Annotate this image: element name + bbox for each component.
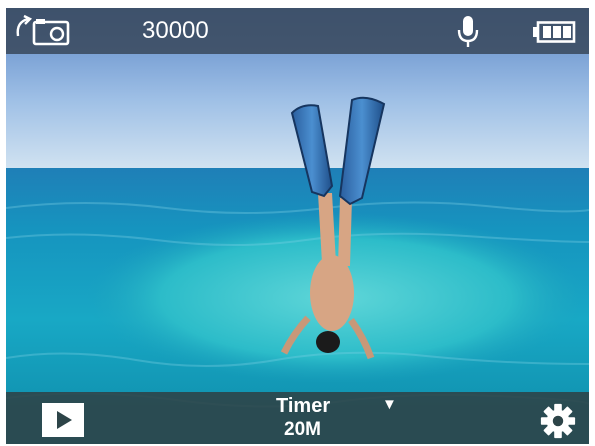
timer-photo-icon — [16, 14, 70, 46]
gear-icon — [540, 403, 576, 439]
resolution-label: 20M — [284, 419, 321, 440]
playback-button[interactable] — [41, 402, 85, 438]
shots-remaining: 30000 — [142, 17, 209, 44]
battery-icon — [533, 21, 576, 43]
chevron-down-icon: ▼ — [382, 396, 397, 413]
camera-screen: 30000 Timer ▼ 20M — [6, 8, 589, 444]
viewfinder-image — [6, 8, 589, 444]
status-bar: 30000 — [6, 8, 589, 54]
microphone-icon — [457, 16, 479, 47]
settings-button[interactable] — [539, 402, 577, 440]
capture-mode-label: Timer — [276, 395, 331, 417]
control-bar: Timer ▼ 20M — [6, 392, 589, 444]
capture-mode-selector[interactable]: Timer ▼ 20M — [236, 392, 406, 444]
play-icon — [42, 403, 84, 437]
